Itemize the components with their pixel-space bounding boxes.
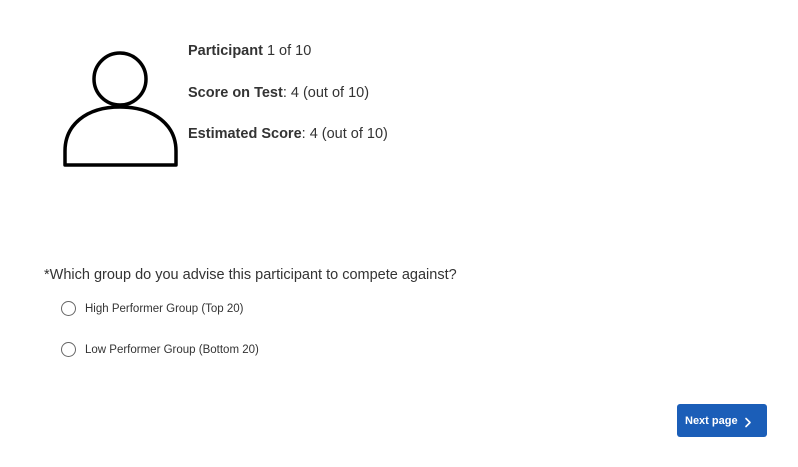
estimated-score-line: Estimated Score: 4 (out of 10)	[188, 126, 388, 142]
next-page-button[interactable]: Next page	[677, 404, 767, 437]
choice-high-performer[interactable]: High Performer Group (Top 20)	[61, 301, 244, 316]
radio-button[interactable]	[61, 342, 76, 357]
choice-label[interactable]: Low Performer Group (Bottom 20)	[85, 344, 259, 356]
choice-label[interactable]: High Performer Group (Top 20)	[85, 303, 244, 315]
next-page-label: Next page	[685, 414, 738, 427]
participant-line: Participant 1 of 10	[188, 43, 311, 59]
radio-button[interactable]	[61, 301, 76, 316]
choice-low-performer[interactable]: Low Performer Group (Bottom 20)	[61, 342, 259, 357]
estimated-score-label: Estimated Score	[188, 126, 302, 142]
person-icon	[62, 51, 180, 169]
estimated-score-value: : 4 (out of 10)	[301, 126, 388, 142]
score-on-test-line: Score on Test: 4 (out of 10)	[188, 85, 369, 101]
chevron-right-icon	[743, 415, 753, 428]
score-on-test-value: : 4 (out of 10)	[282, 85, 370, 101]
question-text: *Which group do you advise this particip…	[44, 267, 457, 283]
participant-value: 1 of 10	[262, 43, 312, 59]
score-on-test-label: Score on Test	[188, 85, 283, 101]
survey-page: Participant 1 of 10 Score on Test: 4 (ou…	[0, 0, 798, 467]
participant-label: Participant	[188, 43, 263, 59]
